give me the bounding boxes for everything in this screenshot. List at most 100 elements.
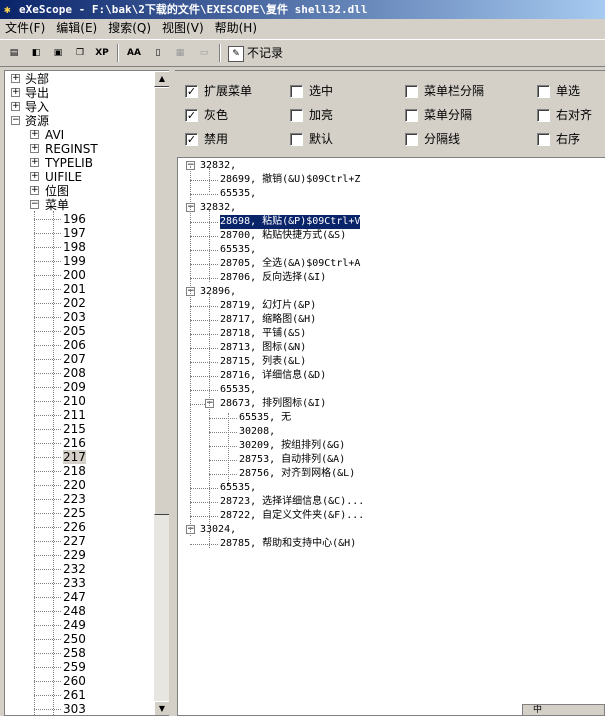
tree-node-menu-199[interactable]: 199: [63, 254, 86, 268]
tree-node-item[interactable]: AVI: [45, 128, 64, 142]
tree-node-menu-232[interactable]: 232: [63, 562, 86, 576]
menu-item-node[interactable]: 28705, 全选(&A)$09Ctrl+A: [220, 257, 360, 271]
tree-node-menu-216[interactable]: 216: [63, 436, 86, 450]
dialog-icon[interactable]: ▭: [195, 44, 213, 62]
menu-item-node[interactable]: 65535,: [220, 187, 256, 201]
tree-node-menu-217[interactable]: 217: [63, 450, 86, 464]
menu-edit[interactable]: 编辑(E): [51, 19, 103, 38]
option-checkbox[interactable]: 单选: [537, 83, 580, 99]
tree-scrollbar[interactable]: ▲ ▼: [154, 71, 169, 715]
menu-popup-node[interactable]: 32896,: [200, 285, 236, 299]
tree-node-menu-259[interactable]: 259: [63, 660, 86, 674]
menu-item-node[interactable]: 28753, 自动排列(&A): [239, 453, 345, 467]
tree-node-item[interactable]: 导入: [25, 100, 49, 114]
tree-node-menu-196[interactable]: 196: [63, 212, 86, 226]
tree-node-menu-260[interactable]: 260: [63, 674, 86, 688]
unchecked-icon[interactable]: [290, 133, 303, 146]
menu-item-node[interactable]: 28723, 选择详细信息(&C)...: [220, 495, 364, 509]
tree-node-menu-250[interactable]: 250: [63, 632, 86, 646]
menu-help[interactable]: 帮助(H): [210, 19, 263, 38]
option-checkbox[interactable]: 菜单栏分隔: [405, 83, 484, 99]
tree-node-menu-249[interactable]: 249: [63, 618, 86, 632]
tree-node-menu-223[interactable]: 223: [63, 492, 86, 506]
menu-item-node[interactable]: 28700, 粘贴快捷方式(&S): [220, 229, 346, 243]
menu-item-node[interactable]: 65535,: [220, 243, 256, 257]
option-checkbox[interactable]: 右序: [537, 131, 580, 147]
pane-splitter[interactable]: [169, 70, 175, 716]
unchecked-icon[interactable]: [290, 109, 303, 122]
tree-node-menu-200[interactable]: 200: [63, 268, 86, 282]
collapse-icon[interactable]: −: [30, 200, 39, 209]
tree-node-menu-225[interactable]: 225: [63, 506, 86, 520]
menu-item-node[interactable]: 28698, 粘贴(&P)$09Ctrl+V: [218, 214, 362, 230]
save-icon[interactable]: ▣: [49, 44, 67, 62]
checked-icon[interactable]: ✓: [185, 109, 198, 122]
expand-icon[interactable]: +: [30, 172, 39, 181]
tree-node-menu-207[interactable]: 207: [63, 352, 86, 366]
view-icon[interactable]: ▯: [149, 44, 167, 62]
tree-node-menu-233[interactable]: 233: [63, 576, 86, 590]
tree-node-item[interactable]: 资源: [25, 114, 49, 128]
tree-node-menu-220[interactable]: 220: [63, 478, 86, 492]
menu-item-node[interactable]: 28756, 对齐到网格(&L): [239, 467, 355, 481]
no-log-button[interactable]: ✎ 不记录: [228, 44, 283, 62]
tree-node-menu-227[interactable]: 227: [63, 534, 86, 548]
option-checkbox[interactable]: ✓ 扩展菜单: [185, 83, 252, 99]
window-title-bar[interactable]: ✱ eXeScope - F:\bak\2下载的文件\EXESCOPE\复件 sh…: [0, 0, 605, 19]
menu-item-node[interactable]: 28706, 反向选择(&I): [220, 271, 326, 285]
expand-icon[interactable]: +: [11, 88, 20, 97]
font-icon[interactable]: AA: [125, 44, 143, 62]
tree-node-menu-215[interactable]: 215: [63, 422, 86, 436]
menu-item-node[interactable]: 65535,: [220, 383, 256, 397]
collapse-icon[interactable]: −: [11, 116, 20, 125]
tree-node-item[interactable]: 菜单: [45, 198, 69, 212]
tree-node-menu-248[interactable]: 248: [63, 604, 86, 618]
tree-node-menu-210[interactable]: 210: [63, 394, 86, 408]
checked-icon[interactable]: ✓: [185, 133, 198, 146]
tree-node-menu-201[interactable]: 201: [63, 282, 86, 296]
menu-item-node[interactable]: 30208,: [239, 425, 275, 439]
new-icon[interactable]: ▤: [5, 44, 23, 62]
menu-popup-node[interactable]: 33024,: [200, 523, 236, 537]
tree-node-menu-202[interactable]: 202: [63, 296, 86, 310]
unchecked-icon[interactable]: [537, 133, 550, 146]
menu-item-node[interactable]: 65535, 无: [239, 411, 291, 425]
option-checkbox[interactable]: 分隔线: [405, 131, 460, 147]
open-icon[interactable]: ◧: [27, 44, 45, 62]
tree-node-item[interactable]: REGINST: [45, 142, 98, 156]
menu-search[interactable]: 搜索(Q): [103, 19, 157, 38]
menu-item-node[interactable]: 28718, 平铺(&S): [220, 327, 306, 341]
menu-view[interactable]: 视图(V): [157, 19, 210, 38]
unchecked-icon[interactable]: [290, 85, 303, 98]
menu-item-node[interactable]: 28717, 缩略图(&H): [220, 313, 316, 327]
tree-node-item[interactable]: 导出: [25, 86, 49, 100]
checked-icon[interactable]: ✓: [185, 85, 198, 98]
tree-node-menu-258[interactable]: 258: [63, 646, 86, 660]
tree-node-menu-205[interactable]: 205: [63, 324, 86, 338]
expand-icon[interactable]: +: [11, 102, 20, 111]
copy-icon[interactable]: ❐: [71, 44, 89, 62]
menu-item-node[interactable]: 28699, 撤销(&U)$09Ctrl+Z: [220, 173, 360, 187]
unchecked-icon[interactable]: [537, 85, 550, 98]
option-checkbox[interactable]: 右对齐: [537, 107, 592, 123]
menu-item-node[interactable]: 28722, 自定义文件夹(&F)...: [220, 509, 364, 523]
option-checkbox[interactable]: ✓ 禁用: [185, 131, 228, 147]
option-checkbox[interactable]: 默认: [290, 131, 333, 147]
tree-node-menu-226[interactable]: 226: [63, 520, 86, 534]
tree-node-menu-203[interactable]: 203: [63, 310, 86, 324]
unchecked-icon[interactable]: [405, 133, 418, 146]
menu-item-node[interactable]: 30209, 按组排列(&G): [239, 439, 345, 453]
tree-node-menu-211[interactable]: 211: [63, 408, 86, 422]
menu-item-node[interactable]: 28715, 列表(&L): [220, 355, 306, 369]
option-checkbox[interactable]: 加亮: [290, 107, 333, 123]
menu-item-node[interactable]: 28719, 幻灯片(&P): [220, 299, 316, 313]
tree-node-menu-197[interactable]: 197: [63, 226, 86, 240]
menu-item-node[interactable]: 28673, 排列图标(&I): [220, 397, 326, 411]
tree-node-item[interactable]: TYPELIB: [45, 156, 93, 170]
scroll-down-icon[interactable]: ▼: [154, 701, 169, 715]
unchecked-icon[interactable]: [537, 109, 550, 122]
image-icon[interactable]: ▦: [171, 44, 189, 62]
menu-item-node[interactable]: 28713, 图标(&N): [220, 341, 306, 355]
tree-node-menu-261[interactable]: 261: [63, 688, 86, 702]
tree-node-menu-206[interactable]: 206: [63, 338, 86, 352]
